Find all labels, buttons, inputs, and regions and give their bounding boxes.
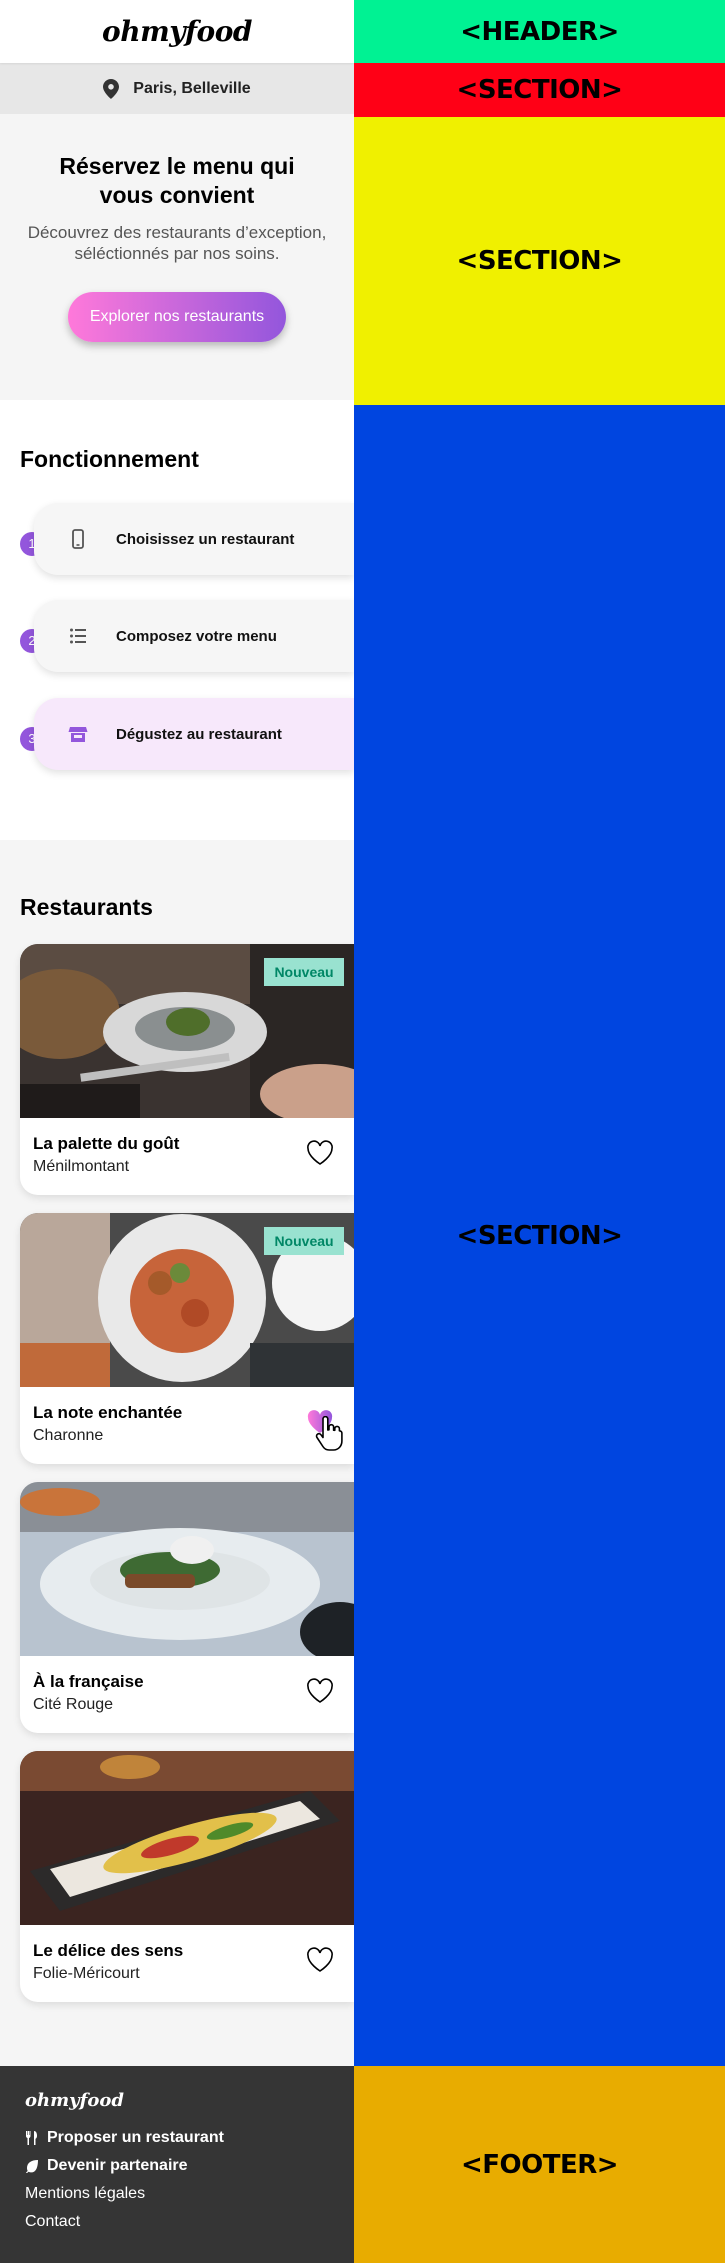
restaurant-name: Le délice des sens	[33, 1941, 184, 1960]
restaurant-location: Ménilmontant	[33, 1158, 130, 1175]
footer-link-label: Devenir partenaire	[47, 2157, 188, 2174]
annotation-main-section: <SECTION>	[354, 405, 725, 2066]
step-card: Dégustez au restaurant	[34, 698, 354, 770]
annotation-header: <HEADER>	[354, 0, 725, 63]
mobile-page: ohmyfood Paris, Belleville Réservez le m…	[0, 0, 354, 2263]
hero-title: Réservez le menu qui vous convient	[59, 153, 295, 208]
footer-link-contact[interactable]: Contact	[25, 2213, 329, 2231]
footer-link-propose-restaurant[interactable]: Proposer un restaurant	[25, 2129, 329, 2147]
map-pin-icon	[103, 78, 120, 99]
site-footer: ohmyfood Proposer un restaurant Devenir …	[0, 2066, 354, 2263]
annotation-location-section: <SECTION>	[354, 63, 725, 117]
restaurant-location: Folie-Méricourt	[33, 1965, 140, 1982]
list-icon	[70, 628, 86, 644]
restaurant-card[interactable]: Nouveau La palette du goût Ménilmontant	[20, 944, 354, 1195]
phone-icon	[72, 529, 84, 549]
footer-logo: ohmyfood	[25, 2090, 124, 2111]
restaurant-location: Cité Rouge	[33, 1696, 114, 1713]
step-item: 2 Composez votre menu	[20, 600, 354, 672]
restaurant-photo: Nouveau	[20, 1213, 354, 1387]
how-it-works-section: Fonctionnement 1 Choisissez un restauran…	[0, 400, 354, 840]
step-card: Choisissez un restaurant	[34, 503, 354, 575]
restaurant-location: Charonne	[33, 1427, 104, 1444]
footer-link-label: Proposer un restaurant	[47, 2129, 224, 2146]
annotation-footer: <FOOTER>	[354, 2066, 725, 2263]
restaurants-section: Restaurants Nouveau La palette du goût M…	[0, 840, 354, 2066]
restaurant-photo	[20, 1751, 354, 1925]
new-badge: Nouveau	[264, 958, 344, 986]
section-title: Fonctionnement	[20, 446, 199, 472]
annotation-hero-section: <SECTION>	[354, 117, 725, 405]
restaurant-name: La palette du goût	[33, 1134, 180, 1153]
restaurant-card[interactable]: À la française Cité Rouge	[20, 1482, 354, 1733]
explore-restaurants-button[interactable]: Explorer nos restaurants	[68, 292, 286, 342]
footer-link-partner[interactable]: Devenir partenaire	[25, 2157, 329, 2175]
location-bar: Paris, Belleville	[0, 63, 354, 114]
step-card: Composez votre menu	[34, 600, 354, 672]
restaurant-card[interactable]: Nouveau La note enchantée Charonne	[20, 1213, 354, 1464]
restaurant-name: À la française	[33, 1672, 144, 1691]
location-text: Paris, Belleville	[133, 79, 251, 97]
store-icon	[68, 727, 88, 742]
site-header: ohmyfood	[0, 0, 354, 63]
hand-cursor-icon	[315, 1416, 343, 1451]
step-label: Dégustez au restaurant	[116, 725, 282, 743]
step-item: 1 Choisissez un restaurant	[20, 503, 354, 575]
footer-link-legal[interactable]: Mentions légales	[25, 2185, 329, 2203]
new-badge: Nouveau	[264, 1227, 344, 1255]
restaurant-name: La note enchantée	[33, 1403, 183, 1422]
site-logo[interactable]: ohmyfood	[102, 15, 252, 48]
section-title: Restaurants	[20, 894, 153, 920]
heart-outline-icon[interactable]	[306, 1140, 334, 1166]
heart-outline-icon[interactable]	[306, 1678, 334, 1704]
step-label: Choisissez un restaurant	[116, 530, 295, 548]
hero-section: Réservez le menu qui vous convient Décou…	[0, 114, 354, 400]
step-item: 3 Dégustez au restaurant	[20, 698, 354, 770]
step-label: Composez votre menu	[116, 627, 277, 645]
heart-outline-icon[interactable]	[306, 1947, 334, 1973]
restaurant-card[interactable]: Le délice des sens Folie-Méricourt	[20, 1751, 354, 2002]
restaurant-photo	[20, 1482, 354, 1656]
restaurant-photo: Nouveau	[20, 944, 354, 1118]
utensils-icon	[26, 2131, 37, 2145]
leaf-icon	[26, 2160, 38, 2173]
hero-subtitle: Découvrez des restaurants d’exception, s…	[27, 223, 327, 263]
